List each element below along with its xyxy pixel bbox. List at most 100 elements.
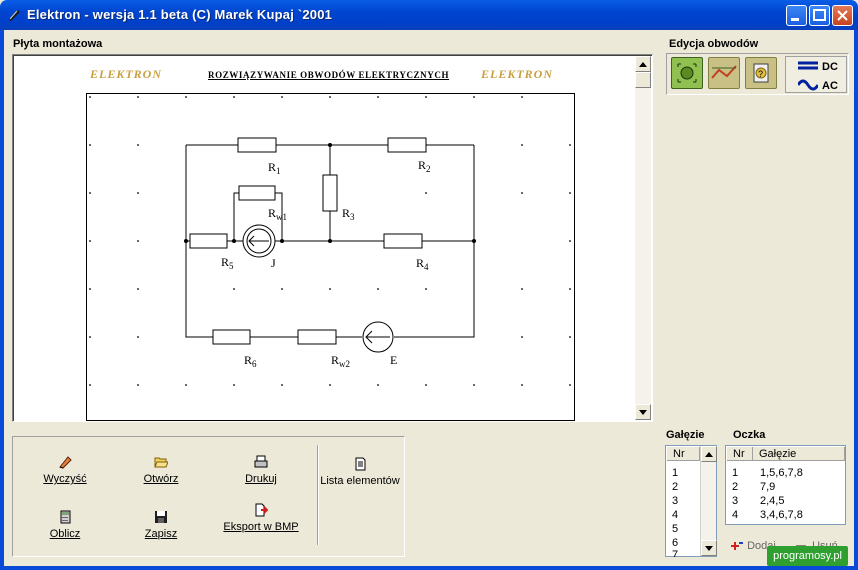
calculator-icon xyxy=(60,510,71,524)
window-title: Elektron - wersja 1.1 beta (C) Marek Kup… xyxy=(27,7,333,22)
title-bar: Elektron - wersja 1.1 beta (C) Marek Kup… xyxy=(0,0,858,30)
loops-label: Oczka xyxy=(733,429,766,441)
open-button[interactable]: Otwórz xyxy=(121,455,201,485)
label-r3: R3 xyxy=(342,206,355,222)
arrow-down-icon xyxy=(705,545,713,551)
table-row[interactable]: 1 xyxy=(732,466,738,480)
arrow-up-icon xyxy=(705,451,713,457)
folder-open-icon xyxy=(154,457,168,468)
print-button[interactable]: Drukuj xyxy=(221,455,301,485)
table-row[interactable]: 3 xyxy=(672,494,678,508)
help-element-button[interactable]: ? xyxy=(745,57,777,89)
scroll-down-button[interactable] xyxy=(635,404,651,420)
table-row[interactable]: 2 xyxy=(672,480,678,494)
current-source-j[interactable] xyxy=(242,224,276,258)
svg-text:?: ? xyxy=(758,69,763,79)
action-panel: Wyczyść Otwórz Drukuj Lista elementów Ob… xyxy=(12,436,405,557)
label-rw1: Rw1 xyxy=(268,206,287,222)
scroll-up-button[interactable] xyxy=(635,56,651,72)
table-row[interactable]: 7 xyxy=(672,549,678,557)
maximize-button[interactable] xyxy=(809,5,830,26)
table-row[interactable]: 4 xyxy=(672,508,678,522)
ac-option[interactable]: AC xyxy=(822,80,838,92)
loops-table[interactable]: Nr Gałęzie 1 1,5,6,7,8 2 7,9 3 2,4,5 4 3… xyxy=(725,445,846,525)
brand-logo-right: ELEKTRON xyxy=(481,67,554,81)
ac-icon xyxy=(798,79,818,91)
branches-table[interactable]: Nr 1 2 3 4 5 6 7 xyxy=(665,445,717,557)
resistor-rw2[interactable] xyxy=(297,329,337,345)
table-cell[interactable]: 1,5,6,7,8 xyxy=(760,466,803,480)
branches-header-nr[interactable]: Nr xyxy=(667,447,700,461)
loops-header-branches[interactable]: Gałęzie xyxy=(753,447,845,461)
label-r4: R4 xyxy=(416,256,429,272)
label-r2: R2 xyxy=(418,158,431,174)
printer-icon xyxy=(254,455,268,468)
close-button[interactable] xyxy=(832,5,853,26)
label-r6: R6 xyxy=(244,353,257,369)
window-frame-right xyxy=(854,30,858,570)
branches-scroll-down[interactable] xyxy=(701,540,717,556)
minimize-icon xyxy=(791,18,799,21)
panel-separator xyxy=(317,445,319,545)
table-row[interactable]: 3 xyxy=(732,494,738,508)
resistor-r5[interactable] xyxy=(189,233,228,249)
label-rw2: Rw2 xyxy=(331,353,350,369)
select-node-button[interactable] xyxy=(671,57,703,89)
resistor-r3[interactable] xyxy=(322,174,338,212)
table-row[interactable]: 2 xyxy=(732,480,738,494)
export-image-icon xyxy=(255,503,268,517)
branches-scrollbar[interactable] xyxy=(700,446,717,556)
close-icon xyxy=(837,10,848,21)
circuit-edit-label: Edycja obwodów xyxy=(669,38,759,50)
save-button[interactable]: Zapisz xyxy=(121,510,201,540)
branches-scroll-up[interactable] xyxy=(701,446,717,462)
board-label: Płyta montażowa xyxy=(13,38,103,50)
dc-icon xyxy=(798,61,818,70)
maximize-icon xyxy=(813,9,826,21)
table-cell[interactable]: 7,9 xyxy=(760,480,775,494)
element-list-button[interactable]: Lista elementów xyxy=(320,457,400,487)
eraser-icon xyxy=(59,456,72,469)
arrow-down-icon xyxy=(639,409,647,415)
scroll-thumb[interactable] xyxy=(635,72,651,88)
window-frame-left xyxy=(0,30,4,570)
arrow-up-icon xyxy=(639,61,647,67)
document-list-icon xyxy=(355,457,366,471)
window-frame-bottom xyxy=(0,566,858,570)
watermark: programosy.pl xyxy=(767,546,848,566)
draw-branch-button[interactable] xyxy=(708,57,740,89)
dc-ac-selector[interactable]: DC AC xyxy=(785,56,847,93)
question-icon: ? xyxy=(753,63,769,83)
table-cell[interactable]: 2,4,5 xyxy=(760,494,784,508)
table-row[interactable]: 5 xyxy=(672,522,678,536)
table-row[interactable]: 6 xyxy=(672,536,678,550)
resistor-rw1[interactable] xyxy=(238,185,276,201)
circuit-diagram[interactable]: R1 R2 R3 R4 R5 Rw1 J R6 Rw2 E xyxy=(86,93,575,421)
table-row[interactable]: 4 xyxy=(732,508,738,522)
resistor-r4[interactable] xyxy=(383,233,423,249)
branches-label: Gałęzie xyxy=(666,429,705,441)
board-heading: ROZWIĄZYWANIE OBWODÓW ELEKTRYCZNYCH xyxy=(208,70,450,80)
resistor-r1[interactable] xyxy=(237,137,277,153)
label-e: E xyxy=(390,353,397,367)
floppy-disk-icon xyxy=(155,511,167,523)
table-cell[interactable]: 3,4,6,7,8 xyxy=(760,508,803,522)
voltage-source-e[interactable] xyxy=(362,321,394,353)
board-vertical-scrollbar[interactable] xyxy=(635,56,651,420)
label-r5: R5 xyxy=(221,255,234,271)
resistor-r6[interactable] xyxy=(212,329,251,345)
clear-button[interactable]: Wyczyść xyxy=(25,455,105,485)
brand-logo-left: ELEKTRON xyxy=(90,67,163,81)
mounting-board[interactable]: ELEKTRON ROZWIĄZYWANIE OBWODÓW ELEKTRYCZ… xyxy=(12,54,653,422)
export-bmp-button[interactable]: Eksport w BMP xyxy=(221,503,301,533)
minimize-button[interactable] xyxy=(786,5,807,26)
label-r1: R1 xyxy=(268,160,281,176)
calculate-button[interactable]: Oblicz xyxy=(25,510,105,540)
dc-option[interactable]: DC xyxy=(822,61,838,73)
label-j: J xyxy=(271,256,276,270)
table-row[interactable]: 1 xyxy=(672,466,678,480)
loops-header-nr[interactable]: Nr xyxy=(727,447,753,461)
node-select-icon xyxy=(677,63,697,83)
add-icon xyxy=(731,542,743,551)
resistor-r2[interactable] xyxy=(387,137,427,153)
